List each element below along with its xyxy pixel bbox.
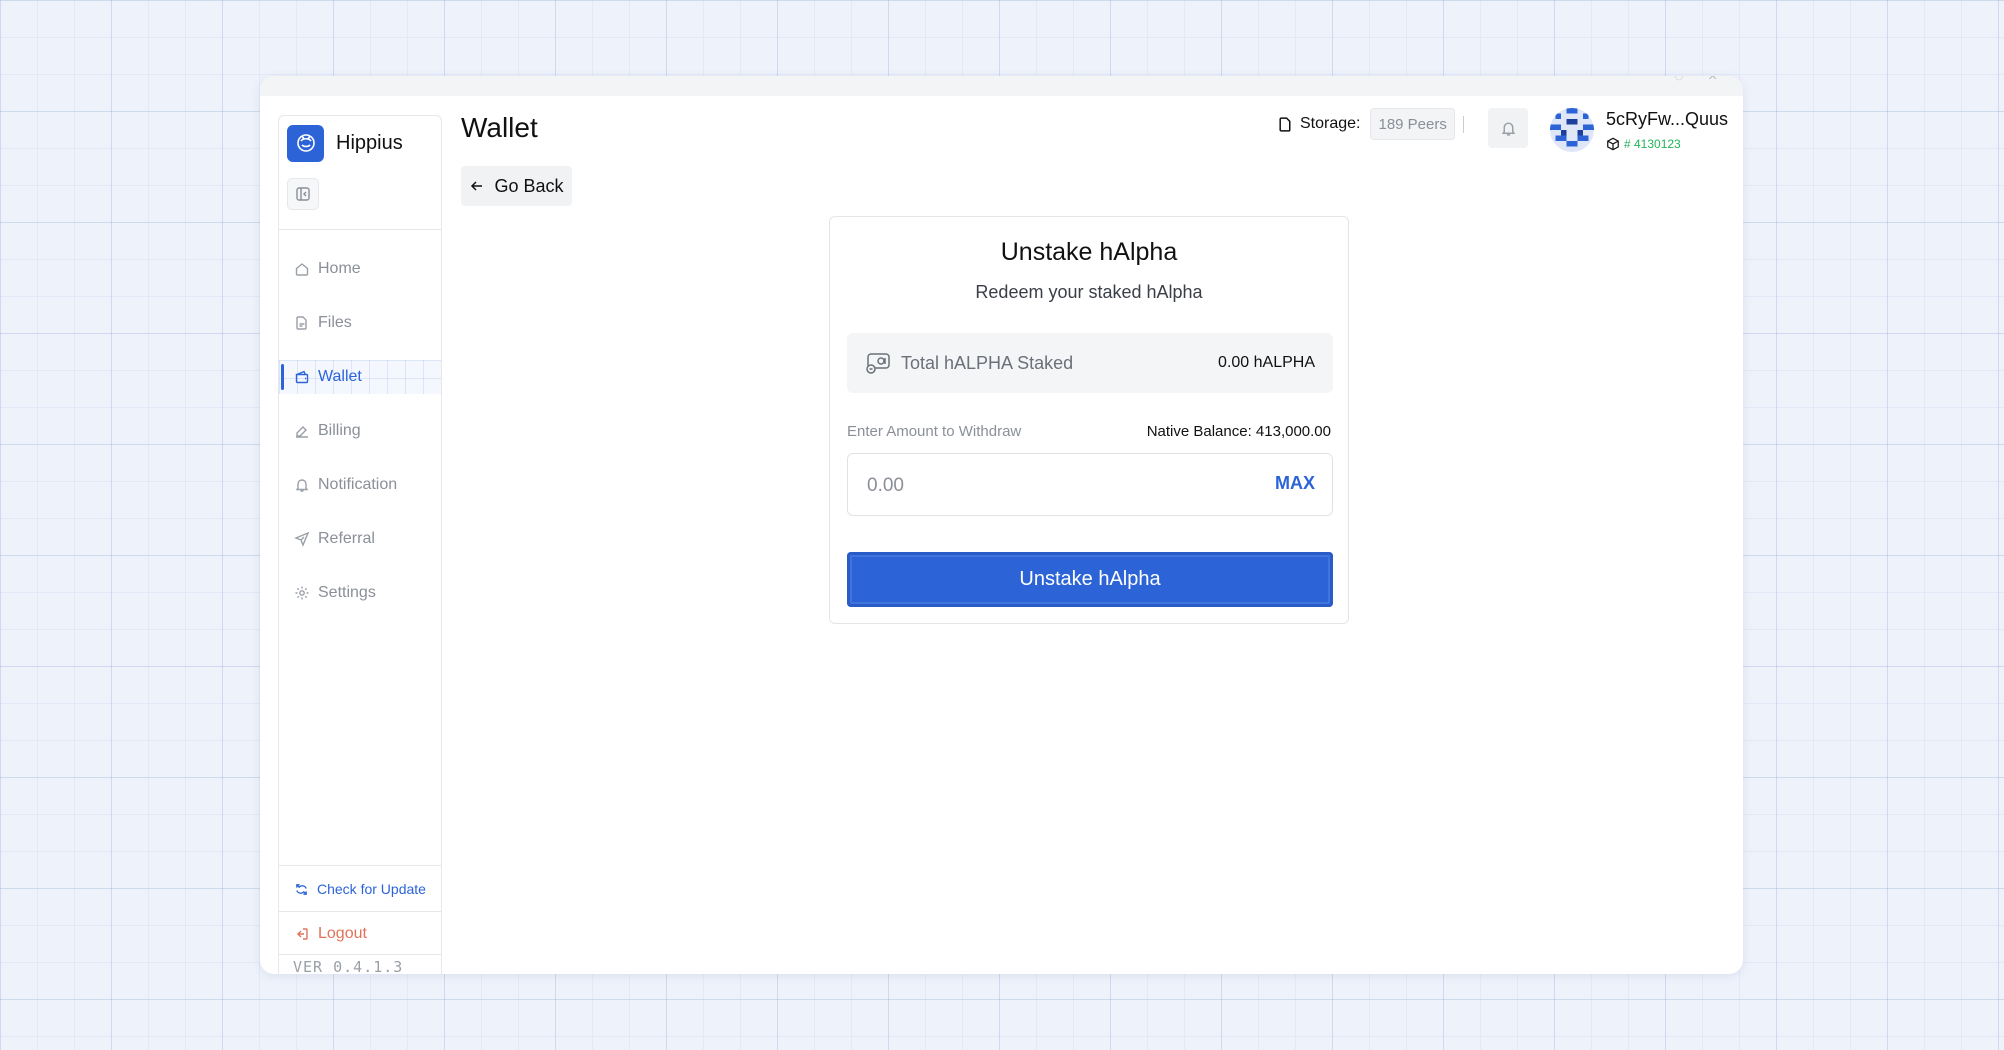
hippius-logo-icon bbox=[287, 124, 324, 162]
sidebar-item-label: Referral bbox=[318, 530, 375, 547]
unstake-button[interactable]: Unstake hAlpha bbox=[847, 552, 1333, 607]
sidebar-item-settings[interactable]: Settings bbox=[279, 576, 441, 610]
storage-label: Storage: bbox=[1300, 115, 1361, 132]
account-address[interactable]: 5cRyFw...Quus bbox=[1606, 109, 1728, 130]
bell-icon bbox=[295, 479, 309, 492]
sidebar-item-referral[interactable]: Referral bbox=[279, 522, 441, 556]
staking-icon bbox=[866, 353, 890, 374]
sidebar-item-billing[interactable]: Billing bbox=[279, 414, 441, 448]
cube-icon bbox=[1607, 137, 1619, 151]
sidebar-item-label: Files bbox=[318, 314, 352, 331]
window-control-icon[interactable]: ◌ bbox=[1674, 76, 1684, 86]
sidebar: Hippius Home Files Wallet Billing Notifi… bbox=[278, 115, 442, 974]
unstake-card: Unstake hAlpha Redeem your staked hAlpha… bbox=[829, 216, 1349, 624]
sidebar-item-wallet[interactable]: Wallet bbox=[279, 360, 441, 394]
total-staked-value: 0.00 hALPHA bbox=[1218, 354, 1315, 371]
native-balance: Native Balance: 413,000.00 bbox=[1146, 423, 1331, 440]
sidebar-item-files[interactable]: Files bbox=[279, 306, 441, 340]
amount-field: MAX bbox=[847, 453, 1333, 517]
check-update-button[interactable]: Check for Update bbox=[279, 868, 441, 910]
block-number-label: # 4130123 bbox=[1624, 137, 1681, 151]
notifications-button[interactable] bbox=[1488, 108, 1528, 148]
bell-icon bbox=[1501, 121, 1515, 136]
amount-label: Enter Amount to Withdraw bbox=[847, 423, 1022, 440]
storage-status: Storage: 189 Peers bbox=[1277, 108, 1455, 140]
sidebar-divider bbox=[279, 911, 441, 912]
page-title: Wallet bbox=[461, 112, 538, 143]
title-bar: ◌ × bbox=[260, 76, 1743, 96]
brand[interactable]: Hippius bbox=[287, 124, 403, 162]
app-window: ◌ × Hippius Home Files Wallet Billing No… bbox=[260, 76, 1743, 974]
go-back-button[interactable]: Go Back bbox=[461, 166, 572, 206]
app-version: VER 0.4.1.3 bbox=[293, 958, 404, 974]
collapse-sidebar-button[interactable] bbox=[287, 178, 319, 210]
block-number: # 4130123 bbox=[1606, 137, 1681, 151]
billing-icon bbox=[296, 426, 308, 438]
sidebar-collapse-icon bbox=[296, 187, 310, 201]
avatar[interactable] bbox=[1550, 108, 1594, 152]
file-icon bbox=[296, 316, 307, 330]
peers-badge: 189 Peers bbox=[1370, 108, 1455, 140]
sidebar-item-label: Billing bbox=[318, 422, 361, 439]
sidebar-divider bbox=[279, 865, 441, 866]
logout-button[interactable]: Logout bbox=[279, 913, 441, 955]
gear-icon bbox=[295, 586, 309, 600]
arrow-left-icon bbox=[471, 181, 483, 191]
max-button[interactable]: MAX bbox=[1275, 473, 1315, 494]
total-staked-label: Total hALPHA Staked bbox=[901, 352, 1074, 373]
card-title: Unstake hAlpha bbox=[1000, 238, 1178, 266]
logout-icon bbox=[297, 928, 308, 940]
check-update-label: Check for Update bbox=[317, 881, 426, 897]
total-staked-row: Total hALPHA Staked 0.00 hALPHA bbox=[847, 333, 1333, 393]
withdraw-amount-input[interactable] bbox=[865, 454, 1229, 517]
sidebar-item-label: Notification bbox=[318, 476, 398, 493]
sidebar-item-label: Home bbox=[318, 260, 361, 277]
wallet-icon bbox=[295, 370, 309, 384]
go-back-label: Go Back bbox=[494, 175, 564, 196]
card-subtitle: Redeem your staked hAlpha bbox=[975, 282, 1203, 302]
sidebar-divider bbox=[279, 229, 441, 230]
close-icon[interactable]: × bbox=[1708, 76, 1717, 86]
identicon-icon bbox=[1550, 108, 1594, 152]
sidebar-item-label: Settings bbox=[318, 584, 376, 601]
header-divider bbox=[1463, 116, 1464, 133]
logout-label: Logout bbox=[318, 925, 367, 942]
file-icon bbox=[1279, 116, 1291, 132]
home-icon bbox=[295, 263, 309, 276]
sidebar-item-notification[interactable]: Notification bbox=[279, 468, 441, 502]
brand-name: Hippius bbox=[336, 131, 403, 154]
sidebar-item-label: Wallet bbox=[318, 368, 362, 385]
sidebar-divider bbox=[279, 954, 441, 955]
sidebar-item-home[interactable]: Home bbox=[279, 252, 441, 286]
send-icon bbox=[294, 531, 310, 547]
refresh-icon bbox=[296, 883, 307, 895]
